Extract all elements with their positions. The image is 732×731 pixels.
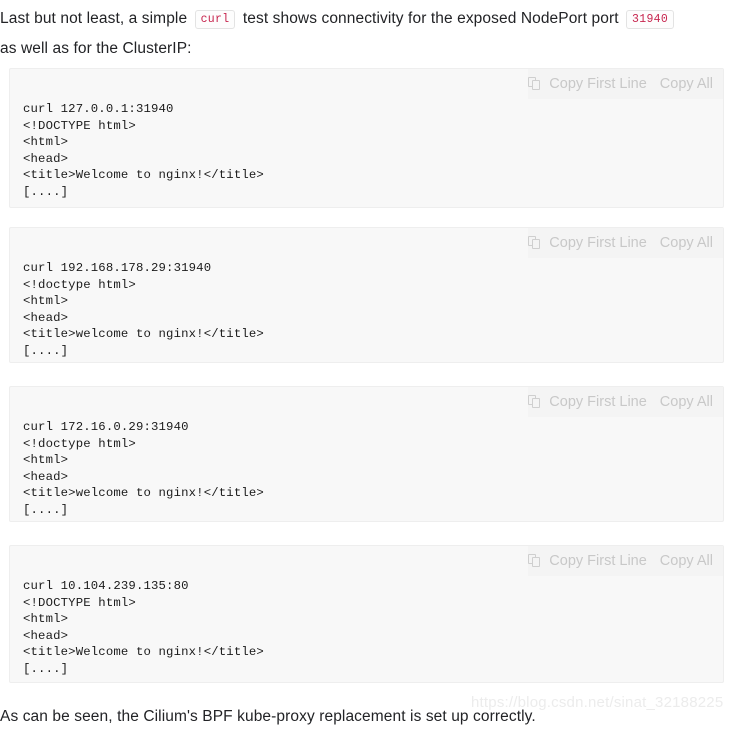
code-block-nodeport-loopback: Copy First Line Copy All curl 127.0.0.1:…: [9, 68, 724, 208]
code-toolbar: Copy First Line Copy All: [528, 387, 723, 417]
copy-first-line-button[interactable]: Copy First Line: [549, 553, 647, 569]
intro-text-part-1: Last but not least, a simple: [0, 10, 188, 27]
copy-first-line-button[interactable]: Copy First Line: [549, 235, 647, 251]
inline-code-curl: curl: [194, 10, 236, 29]
intro-text-part-3: as well as for the ClusterIP:: [0, 40, 192, 57]
code-toolbar: Copy First Line Copy All: [528, 69, 723, 99]
copy-all-button[interactable]: Copy All: [660, 235, 713, 251]
copy-icon[interactable]: [528, 395, 541, 409]
intro-text-part-2: test shows connectivity for the exposed …: [242, 10, 619, 27]
intro-paragraph: Last but not least, a simple curl test s…: [0, 4, 732, 63]
code-block-clusterip: Copy First Line Copy All curl 10.104.239…: [9, 545, 724, 683]
code-toolbar: Copy First Line Copy All: [528, 228, 723, 258]
copy-icon[interactable]: [528, 236, 541, 250]
inline-code-port-31940: 31940: [626, 10, 675, 29]
copy-icon[interactable]: [528, 77, 541, 91]
code-block-nodeport-pod-cidr-ip: Copy First Line Copy All curl 172.16.0.2…: [9, 386, 724, 522]
code-block-nodeport-node-ip: Copy First Line Copy All curl 192.168.17…: [9, 227, 724, 363]
copy-icon[interactable]: [528, 554, 541, 568]
copy-all-button[interactable]: Copy All: [660, 553, 713, 569]
copy-all-button[interactable]: Copy All: [660, 76, 713, 92]
code-toolbar: Copy First Line Copy All: [528, 546, 723, 576]
copy-all-button[interactable]: Copy All: [660, 394, 713, 410]
closing-paragraph: As can be seen, the Cilium's BPF kube-pr…: [0, 708, 536, 725]
copy-first-line-button[interactable]: Copy First Line: [549, 394, 647, 410]
copy-first-line-button[interactable]: Copy First Line: [549, 76, 647, 92]
